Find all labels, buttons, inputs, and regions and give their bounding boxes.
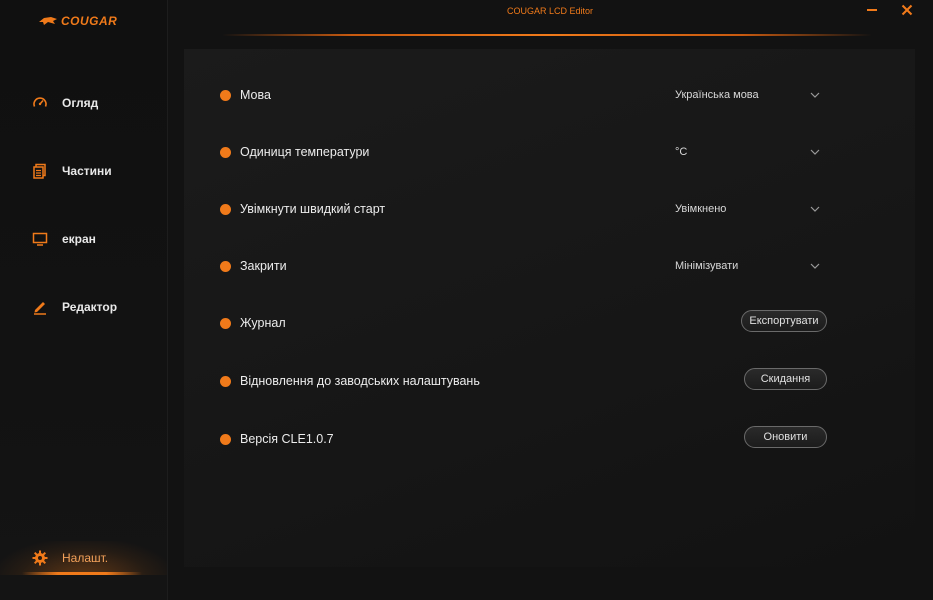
setting-label: Відновлення до заводських налаштувань bbox=[240, 374, 480, 388]
language-select[interactable]: Українська мова bbox=[668, 83, 828, 107]
sidebar-item-screen[interactable]: екран bbox=[0, 222, 167, 256]
sidebar-item-label: Налашт. bbox=[62, 551, 109, 565]
update-button[interactable]: Оновити bbox=[744, 426, 827, 448]
sidebar-item-parts[interactable]: Частини bbox=[0, 154, 167, 188]
window-title: COUGAR LCD Editor bbox=[506, 6, 594, 16]
setting-label: Одиниця температури bbox=[240, 145, 370, 159]
on-close-select[interactable]: Мінімізувати bbox=[668, 254, 828, 278]
sidebar-item-label: Редактор bbox=[62, 300, 118, 314]
setting-label: Версія CLE1.0.7 bbox=[240, 432, 334, 446]
chevron-down-icon bbox=[810, 90, 820, 100]
chevron-down-icon bbox=[810, 261, 820, 271]
parts-icon bbox=[32, 163, 48, 179]
close-icon bbox=[901, 3, 913, 21]
settings-panel: Мова Українська мова Одиниця температури… bbox=[184, 49, 915, 567]
setting-row-language: Мова Українська мова bbox=[184, 80, 915, 110]
select-value: Увімкнено bbox=[675, 203, 727, 215]
reset-button[interactable]: Скидання bbox=[744, 368, 827, 390]
minimize-button[interactable] bbox=[860, 2, 884, 22]
bullet-dot bbox=[220, 90, 231, 101]
setting-row-quick-start: Увімкнути швидкий старт Увімкнено bbox=[184, 194, 915, 224]
setting-row-on-close: Закрити Мінімізувати bbox=[184, 251, 915, 281]
setting-row-factory-reset: Відновлення до заводських налаштувань Ск… bbox=[184, 366, 915, 396]
setting-row-log: Журнал Експортувати bbox=[184, 308, 915, 338]
sidebar-item-editor[interactable]: Редактор bbox=[0, 290, 167, 324]
title-glow-line bbox=[222, 34, 872, 36]
bullet-dot bbox=[220, 204, 231, 215]
setting-row-temperature-unit: Одиниця температури °C bbox=[184, 137, 915, 167]
select-value: Українська мова bbox=[675, 89, 759, 101]
bullet-dot bbox=[220, 376, 231, 387]
quick-start-select[interactable]: Увімкнено bbox=[668, 197, 828, 221]
gear-icon bbox=[32, 550, 48, 566]
sidebar: COUGAR Огляд Частини екран Редактор Нала… bbox=[0, 0, 168, 600]
minimize-icon bbox=[866, 3, 878, 21]
sidebar-item-label: Частини bbox=[62, 164, 112, 178]
setting-row-version: Версія CLE1.0.7 Оновити bbox=[184, 424, 915, 454]
bullet-dot bbox=[220, 261, 231, 272]
close-button[interactable] bbox=[895, 2, 919, 22]
chevron-down-icon bbox=[810, 147, 820, 157]
active-indicator bbox=[22, 572, 142, 575]
setting-label: Закрити bbox=[240, 259, 287, 273]
sidebar-item-label: Огляд bbox=[62, 96, 99, 110]
bullet-dot bbox=[220, 147, 231, 158]
bullet-dot bbox=[220, 318, 231, 329]
temperature-unit-select[interactable]: °C bbox=[668, 140, 828, 164]
sidebar-item-settings[interactable]: Налашт. bbox=[0, 541, 167, 575]
sidebar-item-overview[interactable]: Огляд bbox=[0, 86, 167, 120]
select-value: Мінімізувати bbox=[675, 260, 739, 272]
select-value: °C bbox=[675, 146, 688, 158]
title-bar: COUGAR LCD Editor bbox=[167, 0, 933, 44]
brand-name: COUGAR bbox=[61, 14, 118, 28]
cougar-logo: COUGAR bbox=[38, 14, 117, 28]
monitor-icon bbox=[32, 231, 48, 247]
speedometer-icon bbox=[32, 95, 48, 111]
bullet-dot bbox=[220, 434, 231, 445]
export-log-button[interactable]: Експортувати bbox=[741, 310, 827, 332]
app-window: COUGAR Огляд Частини екран Редактор Нала… bbox=[0, 0, 933, 600]
chevron-down-icon bbox=[810, 204, 820, 214]
sidebar-item-label: екран bbox=[62, 232, 96, 246]
setting-label: Журнал bbox=[240, 316, 286, 330]
pen-icon bbox=[32, 299, 48, 315]
cougar-head-icon bbox=[39, 17, 57, 25]
setting-label: Увімкнути швидкий старт bbox=[240, 202, 386, 216]
setting-label: Мова bbox=[240, 88, 271, 102]
